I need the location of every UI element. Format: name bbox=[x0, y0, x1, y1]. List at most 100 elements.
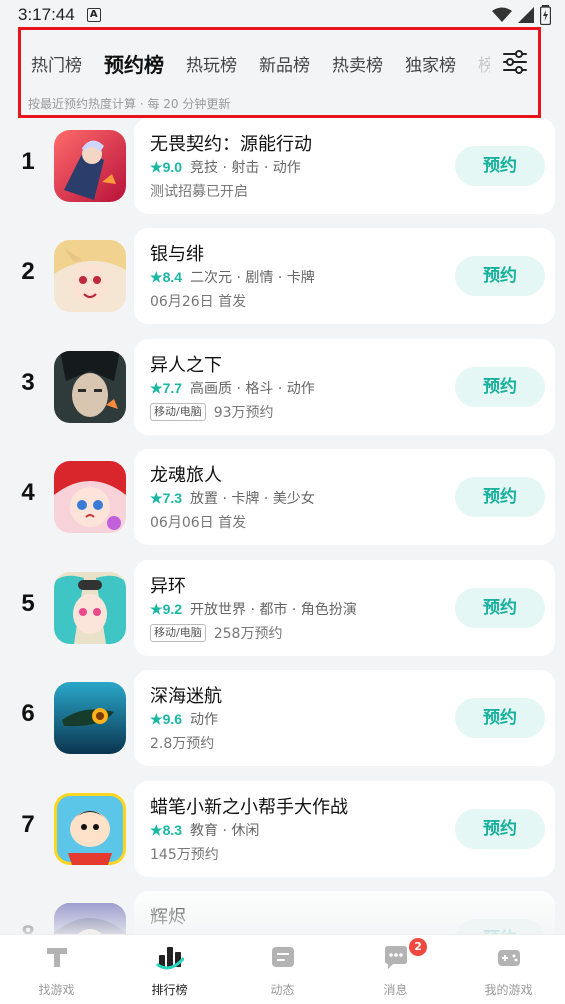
game-title: 银与绯 bbox=[150, 244, 204, 265]
nav-label: 消息 bbox=[383, 983, 408, 997]
reserve-button[interactable]: 预约 bbox=[455, 146, 545, 186]
star-score: ★9.0 bbox=[150, 158, 183, 175]
tab-new[interactable]: 新品榜 bbox=[259, 51, 310, 76]
star-score: ★7.7 bbox=[150, 379, 183, 396]
list-item[interactable]: 6 深海迷航 ★9.6 动作 2.8万预约 预约 bbox=[0, 670, 565, 766]
status-time: 3:17:44 bbox=[18, 5, 75, 24]
game-meta: ★9.6 动作 bbox=[150, 709, 218, 729]
nav-label: 我的游戏 bbox=[484, 983, 533, 997]
reserve-button[interactable]: 预约 bbox=[455, 256, 545, 296]
find-game-icon bbox=[46, 948, 67, 967]
game-card[interactable]: 龙魂旅人 ★7.3 放置 · 卡牌 · 美少女 06月06日 首发 预约 bbox=[134, 449, 555, 545]
game-meta: ★7.3 放置 · 卡牌 · 美少女 bbox=[150, 488, 315, 508]
game-card[interactable]: 无畏契约：源能行动 ★9.0 竞技 · 射击 · 动作 测试招募已开启 预约 bbox=[134, 118, 555, 214]
game-card[interactable]: 异环 ★9.2 开放世界 · 都市 · 角色扮演 移动/电脑 258万预约 预约 bbox=[134, 560, 555, 656]
game-tags: 竞技 · 射击 · 动作 bbox=[190, 160, 301, 176]
game-title: 异环 bbox=[150, 576, 186, 597]
rank-number: 4 bbox=[21, 479, 35, 506]
game-meta: ★8.3 教育 · 休闲 bbox=[150, 820, 259, 840]
rank-number: 6 bbox=[21, 700, 35, 727]
rank-number: 1 bbox=[21, 148, 35, 175]
game-sub: 06月26日 首发 bbox=[150, 294, 247, 310]
list-item[interactable]: 2 银与绯 ★8.4 二次元 · 剧情 · 卡牌 06月26日 首发 预约 bbox=[0, 228, 565, 324]
status-icons bbox=[492, 5, 551, 25]
battery-icon bbox=[540, 5, 551, 25]
wifi-icon bbox=[492, 7, 512, 22]
game-card[interactable]: 异人之下 ★7.7 高画质 · 格斗 · 动作 移动/电脑 93万预约 预约 bbox=[134, 339, 555, 435]
reserve-button[interactable]: 预约 bbox=[455, 698, 545, 738]
nav-label: 找游戏 bbox=[38, 983, 75, 997]
game-title: 龙魂旅人 bbox=[150, 465, 222, 486]
tab-best-selling[interactable]: 热卖榜 bbox=[332, 51, 383, 76]
unread-badge: 2 bbox=[409, 938, 428, 956]
accessibility-a-icon: A bbox=[86, 8, 101, 22]
tab-exclusive[interactable]: 独家榜 bbox=[405, 51, 456, 76]
game-meta: ★9.0 竞技 · 射击 · 动作 bbox=[150, 157, 301, 177]
game-tags: 教育 · 休闲 bbox=[190, 823, 260, 839]
game-meta: ★9.2 开放世界 · 都市 · 角色扮演 bbox=[150, 599, 357, 619]
reserve-button[interactable]: 预约 bbox=[455, 809, 545, 849]
rank-number: 5 bbox=[21, 590, 35, 617]
game-title: 深海迷航 bbox=[150, 686, 222, 707]
rank-number: 2 bbox=[21, 258, 35, 285]
star-score: ★8.4 bbox=[150, 268, 183, 285]
game-tags: 二次元 · 剧情 · 卡牌 bbox=[190, 270, 315, 286]
tab-hot-play[interactable]: 热玩榜 bbox=[186, 51, 237, 76]
game-card[interactable]: 蜡笔小新之小帮手大作战 ★8.3 教育 · 休闲 145万预约 预约 bbox=[134, 781, 555, 877]
game-sub: 测试招募已开启 bbox=[150, 184, 248, 200]
list-item[interactable]: 1 无畏契约：源能行动 ★9.0 竞技 · 射击 · 动作 测试招募已开启 预约 bbox=[0, 118, 565, 214]
star-score: ★9.2 bbox=[150, 600, 183, 617]
game-tags: 放置 · 卡牌 · 美少女 bbox=[190, 491, 315, 507]
game-tags: 高画质 · 格斗 · 动作 bbox=[190, 381, 315, 397]
game-card[interactable]: 深海迷航 ★9.6 动作 2.8万预约 预约 bbox=[134, 670, 555, 766]
game-sub: 06月06日 首发 bbox=[150, 515, 247, 531]
game-title: 辉烬 bbox=[150, 907, 186, 928]
nav-ranking[interactable]: 排行榜 bbox=[113, 935, 226, 1004]
reserve-button[interactable]: 预约 bbox=[455, 588, 545, 628]
game-icon-yihuan[interactable] bbox=[54, 572, 126, 644]
game-icon-valorant[interactable] bbox=[54, 130, 126, 202]
list-item[interactable]: 4 龙魂旅人 ★7.3 放置 · 卡牌 · 美少女 06月06日 首发 预约 bbox=[0, 449, 565, 545]
game-meta: ★7.7 高画质 · 格斗 · 动作 bbox=[150, 378, 315, 398]
filter-sliders-icon[interactable] bbox=[502, 49, 528, 75]
game-title: 异人之下 bbox=[150, 355, 222, 376]
nav-feed[interactable]: 动态 bbox=[226, 935, 339, 1004]
rank-number: 3 bbox=[21, 369, 35, 396]
tab-hot[interactable]: 热门榜 bbox=[31, 51, 82, 76]
game-icon-crayon-shinchan[interactable] bbox=[54, 793, 126, 865]
signal-icon bbox=[518, 7, 534, 23]
star-score: ★7.3 bbox=[150, 489, 183, 506]
game-sub: 145万预约 bbox=[150, 847, 219, 863]
feed-icon bbox=[271, 947, 294, 967]
tab-more[interactable]: 榜 bbox=[478, 51, 490, 76]
game-sub: 移动/电脑 258万预约 bbox=[150, 623, 282, 643]
my-games-icon bbox=[497, 950, 520, 966]
ranking-tabs: 热门榜 预约榜 热玩榜 新品榜 热卖榜 独家榜 榜 bbox=[31, 48, 490, 78]
game-icon-dragon-soul[interactable] bbox=[54, 461, 126, 533]
reserve-button[interactable]: 预约 bbox=[455, 477, 545, 517]
platform-tag: 移动/电脑 bbox=[150, 624, 206, 642]
nav-find-game[interactable]: 找游戏 bbox=[0, 935, 113, 1004]
ranking-note: 按最近预约热度计算 · 每 20 分钟更新 bbox=[28, 97, 231, 111]
game-icon-silver-scarlet[interactable] bbox=[54, 240, 126, 312]
star-score: ★8.3 bbox=[150, 821, 183, 838]
game-card[interactable]: 银与绯 ★8.4 二次元 · 剧情 · 卡牌 06月26日 首发 预约 bbox=[134, 228, 555, 324]
list-item[interactable]: 7 蜡笔小新之小帮手大作战 ★8.3 教育 · 休闲 145万预约 预约 bbox=[0, 781, 565, 877]
bottom-nav: 找游戏 排行榜 动态 2 消息 我的游戏 bbox=[0, 934, 565, 1004]
platform-tag: 移动/电脑 bbox=[150, 403, 206, 421]
reserve-button[interactable]: 预约 bbox=[455, 367, 545, 407]
game-icon-subnautica[interactable] bbox=[54, 682, 126, 754]
game-tags: 动作 bbox=[190, 712, 219, 728]
ranking-tabs-panel: 热门榜 预约榜 热玩榜 新品榜 热卖榜 独家榜 榜 按最近预约热度计算 · 每 … bbox=[18, 27, 541, 118]
status-bar: 3:17:44 A bbox=[0, 0, 565, 30]
star-score: ★9.6 bbox=[150, 710, 183, 727]
ranking-icon bbox=[156, 947, 184, 970]
message-icon bbox=[384, 946, 407, 969]
list-item[interactable]: 5 异环 ★9.2 开放世界 · 都市 · 角色扮演 移动/电脑 258万预约 … bbox=[0, 560, 565, 656]
nav-messages[interactable]: 2 消息 bbox=[339, 935, 452, 1004]
nav-my-games[interactable]: 我的游戏 bbox=[452, 935, 565, 1004]
game-icon-yiren[interactable] bbox=[54, 351, 126, 423]
list-item[interactable]: 3 异人之下 ★7.7 高画质 · 格斗 · 动作 移动/电脑 93万预约 预约 bbox=[0, 339, 565, 435]
tab-reservation[interactable]: 预约榜 bbox=[104, 49, 164, 78]
game-sub: 2.8万预约 bbox=[150, 736, 215, 752]
